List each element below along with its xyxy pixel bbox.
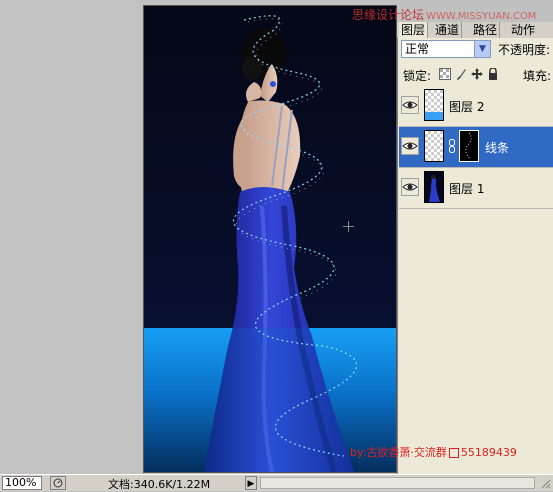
layer-row[interactable]: 图层 1 — [399, 168, 553, 209]
tab-actions[interactable]: 动作 — [509, 22, 553, 38]
resize-grip-icon[interactable] — [539, 477, 551, 489]
lock-transparent-icon[interactable] — [439, 68, 451, 80]
watermark-site-name: 思缘设计论坛 — [352, 8, 425, 22]
link-icon[interactable] — [448, 139, 456, 153]
lock-row: 锁定: 填充: — [401, 66, 553, 84]
watermark-number: 55189439 — [460, 446, 517, 459]
lock-label: 锁定: — [403, 69, 432, 83]
chevron-down-icon[interactable]: ▼ — [474, 41, 490, 57]
eye-icon[interactable] — [401, 137, 419, 155]
brush-icon[interactable] — [455, 68, 467, 80]
fill-label: 填充: — [523, 69, 552, 83]
layer-thumbnail — [424, 171, 444, 203]
blend-mode-value: 正常 — [405, 42, 430, 56]
tab-layers[interactable]: 图层 — [399, 22, 429, 38]
layers-list: 图层 2 线条 图层 1 — [399, 86, 553, 209]
eye-icon[interactable] — [401, 96, 419, 114]
status-bar: 100% 文档:340.6K/1.22M ▶ — [0, 474, 553, 491]
watermark-bottom: by:古欲香萧·交流群 55189439 — [350, 444, 517, 460]
layer-row[interactable]: 图层 2 — [399, 86, 553, 127]
layer-thumbnail — [424, 89, 444, 121]
tab-paths[interactable]: 路径 — [471, 22, 501, 38]
layer-row-selected[interactable]: 线条 — [399, 127, 553, 168]
photo-artwork — [144, 6, 396, 472]
opacity-label: 不透明度: — [498, 43, 551, 57]
blend-row: 正常 ▼ 不透明度: — [401, 40, 553, 60]
zoom-field[interactable]: 100% — [2, 476, 42, 490]
watermark-url: WWW.MISSYUAN.COM — [426, 11, 537, 22]
cursor-crosshair-icon — [343, 221, 354, 232]
panel-tabs: 图层 通道 路径 动作 — [397, 22, 553, 38]
horizontal-scrollbar[interactable] — [260, 477, 535, 489]
layer-thumbnail — [424, 130, 444, 162]
watermark-credit: by:古欲香萧·交流群 — [350, 446, 447, 459]
navigator-icon[interactable] — [50, 476, 66, 490]
move-icon[interactable] — [471, 68, 483, 80]
canvas-workspace[interactable] — [0, 0, 400, 474]
layer-name: 图层 1 — [449, 182, 485, 196]
watermark-top: 思缘设计论坛 WWW.MISSYUAN.COM — [352, 6, 536, 23]
square-icon — [448, 448, 459, 458]
layer-name: 线条 — [485, 141, 510, 155]
layer-name: 图层 2 — [449, 100, 485, 114]
layer-mask-thumbnail[interactable] — [459, 130, 479, 162]
chevron-right-icon[interactable]: ▶ — [245, 476, 257, 490]
document-canvas[interactable] — [143, 5, 397, 473]
eye-icon[interactable] — [401, 178, 419, 196]
blend-mode-select[interactable]: 正常 ▼ — [401, 40, 491, 58]
lock-icon[interactable] — [487, 68, 499, 80]
tab-channels[interactable]: 通道 — [433, 22, 463, 38]
